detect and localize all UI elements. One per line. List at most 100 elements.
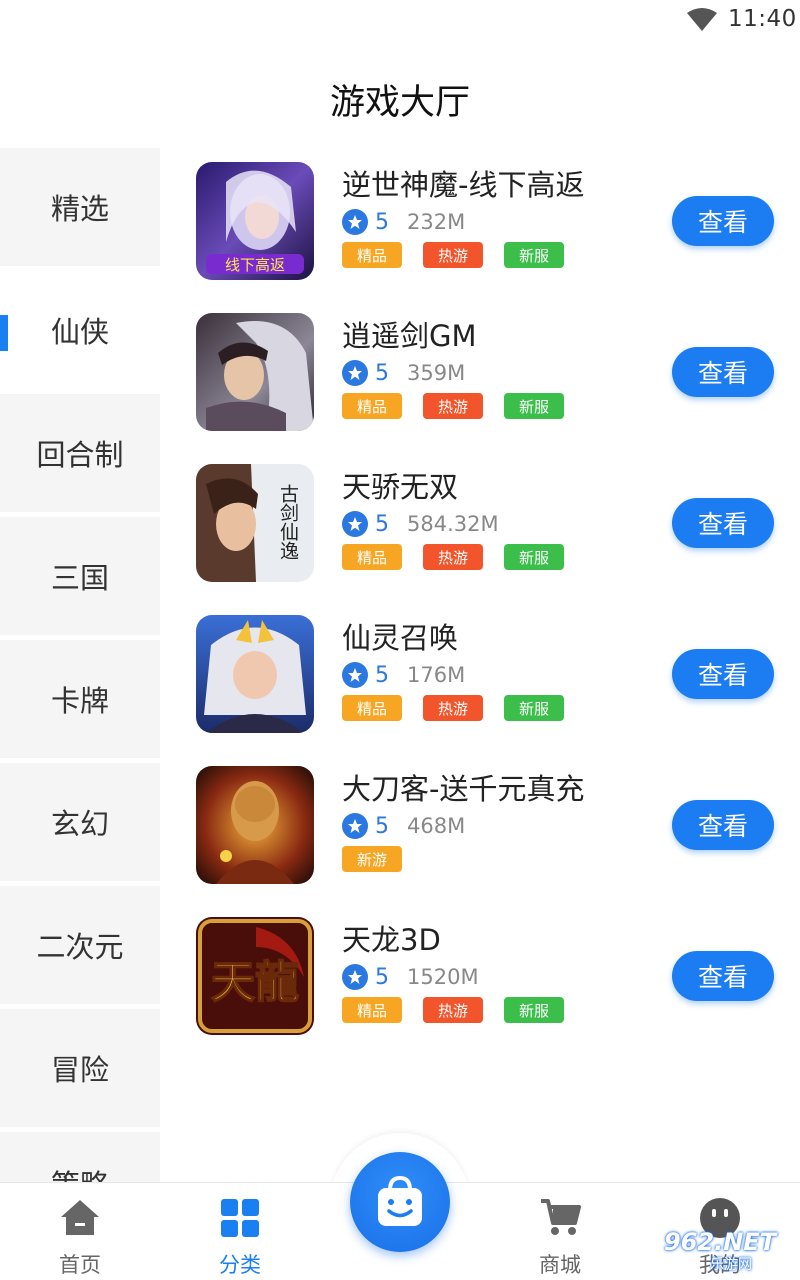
- game-score: 5: [375, 662, 389, 688]
- tag-badge: 精品: [342, 695, 402, 721]
- tag-badge: 热游: [423, 997, 483, 1023]
- game-icon[interactable]: 天龍: [196, 917, 314, 1035]
- status-time: 11:40: [728, 6, 797, 32]
- thumb-caption: 古剑仙逸: [277, 484, 299, 560]
- tag-list: 精品 热游 新服: [342, 393, 585, 419]
- view-button[interactable]: 查看: [672, 347, 774, 397]
- sidebar-item-label: 冒险: [50, 1053, 109, 1087]
- sidebar-item-label: 二次元: [36, 930, 124, 964]
- tag-badge: 热游: [423, 695, 483, 721]
- game-icon[interactable]: [196, 615, 314, 733]
- cart-icon: [541, 1199, 581, 1235]
- sidebar-item-label: 玄幻: [50, 807, 109, 841]
- star-icon: [342, 813, 368, 839]
- star-icon: [342, 662, 368, 688]
- view-button[interactable]: 查看: [672, 498, 774, 548]
- sidebar-item-celue[interactable]: 策略: [0, 1132, 160, 1182]
- sidebar-item-kapai[interactable]: 卡牌: [0, 640, 160, 758]
- tag-badge: 新游: [342, 846, 402, 872]
- shop-fab-button[interactable]: [350, 1152, 450, 1252]
- game-name[interactable]: 仙灵召唤: [342, 615, 458, 657]
- sidebar-item-label: 三国: [50, 561, 109, 595]
- tag-badge: 新服: [504, 544, 564, 570]
- watermark-text: 962.NET: [664, 1228, 777, 1256]
- tag-badge: 精品: [342, 544, 402, 570]
- sidebar-item-maoxian[interactable]: 冒险: [0, 1009, 160, 1127]
- list-item[interactable]: 逍遥剑GM 5 359M 精品 热游 新服 查看: [196, 313, 786, 433]
- list-item[interactable]: 仙灵召唤 5 176M 精品 热游 新服 查看: [196, 615, 786, 735]
- star-icon: [342, 209, 368, 235]
- tag-badge: 新服: [504, 997, 564, 1023]
- sidebar-item-label: 卡牌: [50, 684, 109, 718]
- game-score: 5: [375, 511, 389, 537]
- tag-badge: 精品: [342, 242, 402, 268]
- sidebar-item-xianxia[interactable]: 仙侠: [0, 271, 160, 389]
- category-sidebar: 精选 仙侠 回合制 三国 卡牌 玄幻 二次元 冒险 策略: [0, 148, 160, 1182]
- sidebar-item-erciyuan[interactable]: 二次元: [0, 886, 160, 1004]
- nav-label: 商城: [539, 1253, 581, 1277]
- list-item[interactable]: 线下高返 逆世神魔-线下高返 5 232M 精品 热游 新服 查看: [196, 162, 786, 282]
- tag-badge: 热游: [423, 393, 483, 419]
- game-score: 5: [375, 964, 389, 990]
- game-score: 5: [375, 813, 389, 839]
- game-size: 232M: [407, 210, 466, 234]
- tag-list: 精品 热游 新服: [342, 544, 585, 570]
- wifi-icon: [687, 8, 717, 31]
- view-button[interactable]: 查看: [672, 196, 774, 246]
- list-item[interactable]: 古剑仙逸 天骄无双 5 584.32M 精品 热游 新服 查看: [196, 464, 786, 584]
- nav-label: 首页: [59, 1253, 101, 1277]
- tag-badge: 精品: [342, 393, 402, 419]
- game-name[interactable]: 逍遥剑GM: [342, 313, 477, 355]
- tag-badge: 精品: [342, 997, 402, 1023]
- game-name[interactable]: 大刀客-送千元真充: [342, 766, 584, 808]
- view-button[interactable]: 查看: [672, 649, 774, 699]
- list-item[interactable]: 天龍 天龙3D 5 1520M 精品 热游 新服 查看: [196, 917, 786, 1037]
- game-icon[interactable]: 线下高返: [196, 162, 314, 280]
- tag-list: 新游: [342, 846, 423, 872]
- thumb-caption: 线下高返: [225, 256, 285, 274]
- game-name[interactable]: 逆世神魔-线下高返: [342, 162, 584, 204]
- game-icon[interactable]: [196, 313, 314, 431]
- game-size: 176M: [407, 663, 466, 687]
- game-size: 584.32M: [407, 512, 499, 536]
- tag-list: 精品 热游 新服: [342, 695, 585, 721]
- sidebar-item-huihezhi[interactable]: 回合制: [0, 394, 160, 512]
- game-rating: 5 359M: [342, 359, 465, 387]
- tag-list: 精品 热游 新服: [342, 242, 585, 268]
- game-rating: 5 176M: [342, 661, 465, 689]
- game-size: 1520M: [407, 965, 479, 989]
- game-score: 5: [375, 360, 389, 386]
- sidebar-item-sanguo[interactable]: 三国: [0, 517, 160, 635]
- game-name[interactable]: 天骄无双: [342, 464, 458, 506]
- list-item[interactable]: 大刀客-送千元真充 5 468M 新游 查看: [196, 766, 786, 886]
- game-icon[interactable]: [196, 766, 314, 884]
- home-icon: [61, 1200, 99, 1235]
- shopping-bag-icon: [378, 1175, 422, 1226]
- game-size: 468M: [407, 814, 466, 838]
- star-icon: [342, 964, 368, 990]
- active-indicator: [0, 315, 8, 351]
- sidebar-item-label: 仙侠: [50, 315, 109, 349]
- nav-item-category[interactable]: 分类: [160, 1183, 320, 1280]
- status-bar: 11:40: [0, 0, 800, 44]
- thumb-caption: 天龍: [211, 957, 299, 1008]
- watermark: 962.NET 乐游网: [664, 1228, 796, 1274]
- tag-badge: 新服: [504, 393, 564, 419]
- tag-list: 精品 热游 新服: [342, 997, 585, 1023]
- tag-badge: 热游: [423, 242, 483, 268]
- page-title: 游戏大厅: [329, 83, 470, 123]
- game-icon[interactable]: 古剑仙逸: [196, 464, 314, 582]
- nav-item-home[interactable]: 首页: [0, 1183, 160, 1280]
- nav-item-store[interactable]: 商城: [480, 1183, 640, 1280]
- game-rating: 5 232M: [342, 208, 465, 236]
- sidebar-item-xuanhuan[interactable]: 玄幻: [0, 763, 160, 881]
- view-button[interactable]: 查看: [672, 800, 774, 850]
- star-icon: [342, 360, 368, 386]
- tag-badge: 新服: [504, 695, 564, 721]
- sidebar-item-jingxuan[interactable]: 精选: [0, 148, 160, 266]
- game-name[interactable]: 天龙3D: [342, 917, 441, 959]
- view-button[interactable]: 查看: [672, 951, 774, 1001]
- nav-label: 分类: [219, 1253, 261, 1277]
- game-rating: 5 1520M: [342, 963, 479, 991]
- tag-badge: 新服: [504, 242, 564, 268]
